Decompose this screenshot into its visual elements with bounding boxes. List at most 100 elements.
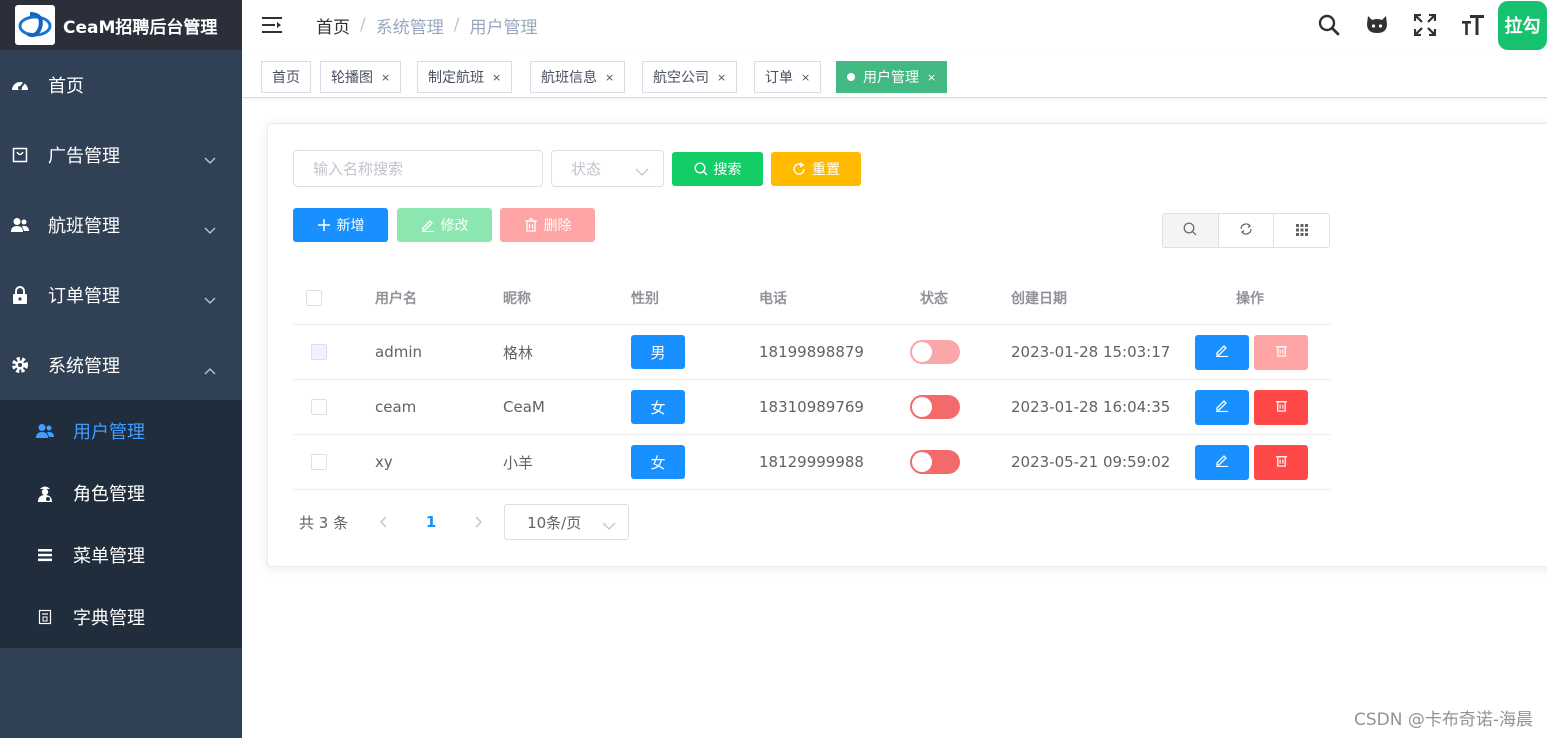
page-size-value: 10条/页 <box>527 513 582 532</box>
table-row: xy 小羊 女 18129999988 2023-05-21 09:59:02 <box>293 435 1331 490</box>
users-icon <box>10 215 30 235</box>
list-icon <box>35 545 55 565</box>
tag-label: 订单 <box>765 70 793 86</box>
close-icon[interactable]: × <box>927 71 936 84</box>
hamburger-icon[interactable] <box>262 13 286 37</box>
delete-button-label: 删除 <box>543 218 572 234</box>
sidebar-item-label: 菜单管理 <box>73 546 145 567</box>
tag-airline[interactable]: 航空公司 × <box>642 61 738 93</box>
gear-icon <box>10 355 30 375</box>
role-icon <box>35 483 55 503</box>
table-row: ceam CeaM 女 18310989769 2023-01-28 16:04… <box>293 380 1331 435</box>
page-size-select[interactable]: 10条/页 <box>504 504 630 540</box>
cell-phone: 18310989769 <box>759 398 864 416</box>
close-icon[interactable]: × <box>801 71 810 84</box>
status-switch[interactable] <box>910 450 960 474</box>
plus-icon <box>317 218 331 232</box>
sidebar-item-label: 用户管理 <box>73 422 145 443</box>
search-icon <box>1183 221 1197 240</box>
tags-view: 首页 轮播图 × 制定航班 × 航班信息 × 航空公司 × 订单 × 用户管理 … <box>242 56 1547 98</box>
search-icon[interactable] <box>1305 0 1353 50</box>
row-delete-button[interactable] <box>1254 334 1308 370</box>
row-edit-button[interactable] <box>1195 444 1249 480</box>
status-switch[interactable] <box>910 340 960 364</box>
column-header: 操作 <box>1236 291 1264 307</box>
gender-tag: 男 <box>631 335 685 369</box>
column-header: 昵称 <box>503 291 531 307</box>
breadcrumb-item-home[interactable]: 首页 <box>316 13 350 38</box>
cell-nickname: 格林 <box>503 343 534 362</box>
sidebar-item-system[interactable]: 系统管理 <box>0 330 242 400</box>
tag-order[interactable]: 订单 × <box>754 61 822 93</box>
tag-schedule-flight[interactable]: 制定航班 × <box>417 61 513 93</box>
cell-username: xy <box>375 453 393 471</box>
cell-created: 2023-01-28 16:04:35 <box>1011 398 1171 416</box>
row-checkbox[interactable] <box>311 399 327 415</box>
pagination-total: 共 3 条 <box>299 513 349 532</box>
name-search-input[interactable]: 输入名称搜索 <box>293 150 543 187</box>
next-page-icon[interactable] <box>464 516 494 528</box>
dashboard-icon <box>10 75 30 95</box>
sidebar-item-user-management[interactable]: 用户管理 <box>0 400 242 462</box>
page-number[interactable]: 1 <box>398 513 464 531</box>
sidebar-item-dict-management[interactable]: 字典管理 <box>0 586 242 648</box>
tag-home[interactable]: 首页 <box>261 61 311 93</box>
breadcrumb-separator: / <box>360 15 366 35</box>
sidebar-item-menu-management[interactable]: 菜单管理 <box>0 524 242 586</box>
row-delete-button[interactable] <box>1254 389 1308 425</box>
select-all-checkbox[interactable] <box>306 290 322 306</box>
tag-user-management[interactable]: 用户管理 × <box>836 61 948 93</box>
close-icon[interactable]: × <box>492 71 501 84</box>
row-checkbox[interactable] <box>311 344 327 360</box>
reset-button[interactable]: 重置 <box>771 152 861 186</box>
sidebar-item-home[interactable]: 首页 <box>0 50 242 120</box>
gender-tag: 女 <box>631 445 685 479</box>
row-delete-button[interactable] <box>1254 444 1308 480</box>
tag-carousel[interactable]: 轮播图 × <box>320 61 402 93</box>
chevron-up-icon <box>204 359 216 380</box>
sidebar-item-ads[interactable]: 广告管理 <box>0 120 242 190</box>
users-icon <box>35 421 55 441</box>
sidebar-item-orders[interactable]: 订单管理 <box>0 260 242 330</box>
close-icon[interactable]: × <box>381 71 390 84</box>
chevron-down-icon <box>204 289 216 310</box>
prev-page-icon[interactable] <box>368 516 398 528</box>
row-edit-button[interactable] <box>1195 334 1249 370</box>
cell-username: ceam <box>375 398 417 416</box>
sidebar-item-label: 广告管理 <box>48 146 120 167</box>
trash-icon <box>1275 453 1288 471</box>
row-edit-button[interactable] <box>1195 389 1249 425</box>
github-icon[interactable] <box>1353 0 1401 50</box>
column-header: 电话 <box>759 291 787 307</box>
status-select-placeholder: 状态 <box>571 160 602 178</box>
sidebar-item-label: 首页 <box>48 76 84 97</box>
lock-icon <box>10 285 30 305</box>
chevron-down-icon <box>204 219 216 240</box>
status-switch[interactable] <box>910 395 960 419</box>
table-row: admin 格林 男 18199898879 2023-01-28 15:03:… <box>293 325 1331 380</box>
columns-button[interactable] <box>1273 214 1329 247</box>
sidebar-item-label: 系统管理 <box>48 356 120 377</box>
fullscreen-icon[interactable] <box>1401 0 1449 50</box>
toggle-search-button[interactable] <box>1163 214 1218 247</box>
edit-button[interactable]: 修改 <box>397 208 492 242</box>
row-checkbox[interactable] <box>311 454 327 470</box>
tag-flight-info[interactable]: 航班信息 × <box>530 61 626 93</box>
table-toolbar <box>1162 213 1330 248</box>
tag-label: 航空公司 <box>653 70 709 86</box>
tag-label: 轮播图 <box>331 70 373 86</box>
status-select[interactable]: 状态 <box>551 150 664 187</box>
tag-label: 制定航班 <box>428 70 484 86</box>
sidebar-item-role-management[interactable]: 角色管理 <box>0 462 242 524</box>
add-button[interactable]: 新增 <box>293 208 388 242</box>
column-header: 状态 <box>920 291 948 307</box>
delete-button[interactable]: 删除 <box>500 208 595 242</box>
logo-bar: CeaM招聘后台管理 <box>0 0 242 50</box>
refresh-button[interactable] <box>1217 214 1274 247</box>
close-icon[interactable]: × <box>717 71 726 84</box>
avatar[interactable]: 拉勾 <box>1498 0 1547 50</box>
close-icon[interactable]: × <box>605 71 614 84</box>
font-size-icon[interactable] <box>1449 0 1497 50</box>
search-button[interactable]: 搜索 <box>672 152 763 186</box>
sidebar-item-flights[interactable]: 航班管理 <box>0 190 242 260</box>
